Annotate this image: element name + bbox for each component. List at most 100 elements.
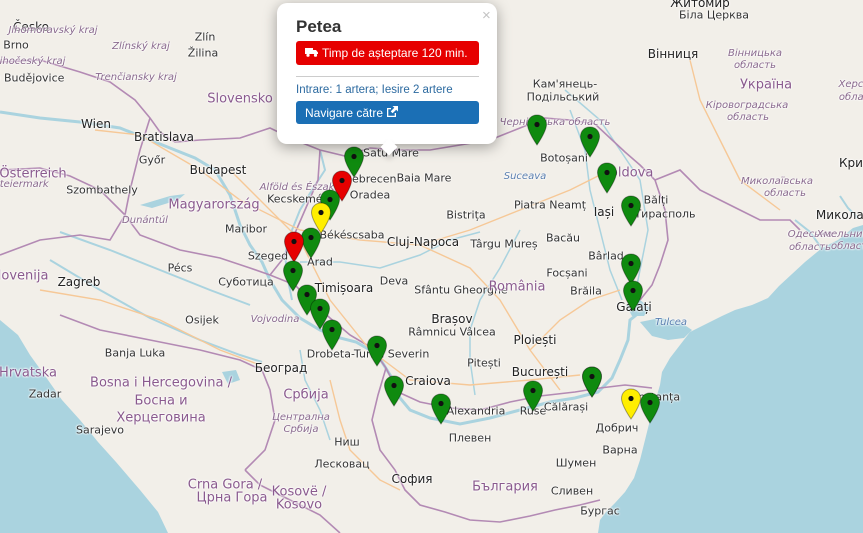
map-label-town: Osijek [185, 313, 219, 327]
map-marker-green-icon[interactable] [596, 162, 618, 194]
map-marker-green-icon[interactable] [639, 392, 661, 424]
map-label-town: Maribor [224, 222, 268, 236]
lanes-info: Intrare: 1 artera; Iesire 2 artere [296, 84, 453, 96]
map-label-city: Craiova [405, 374, 451, 388]
map-marker-green-icon[interactable] [430, 393, 452, 425]
map-label-town: Baia Mare [396, 171, 452, 185]
map-label-city: Brașov [431, 312, 473, 326]
map-label-country: България [472, 479, 538, 495]
map-label-city: Ploiești [513, 333, 557, 347]
map-label-town: Варна [602, 443, 638, 457]
map-label-country: Босна и [134, 393, 188, 409]
external-link-icon [386, 105, 399, 120]
map-marker-green-icon[interactable] [581, 366, 603, 398]
map-label-town: Brno [3, 38, 29, 52]
map-label-town: Подільський [526, 90, 600, 104]
map-label-town: Târgu Mureș [470, 237, 538, 251]
navigate-to-label: Navigare către [305, 105, 384, 120]
close-icon[interactable]: × [482, 7, 491, 24]
map-label-city: Кри [839, 156, 863, 170]
map-marker-green-icon[interactable] [366, 335, 388, 367]
map-label-city: Zagreb [57, 275, 101, 289]
map-label-region: Vojvodina [250, 314, 300, 325]
wait-time-badge: Timp de așteptare 120 min. [296, 41, 479, 65]
map-label-town: Banja Luka [104, 346, 166, 360]
truck-icon [305, 46, 318, 60]
map-label-region: облас [838, 92, 863, 103]
map-label-town: Piatra Neamț [513, 198, 587, 212]
map-label-town: Тирасполь [634, 207, 696, 221]
map-label-country: Србија [283, 387, 329, 403]
map-label-town: Oradea [349, 188, 391, 202]
map-label-city: Bratislava [134, 130, 194, 144]
map-label-town: Călărași [543, 400, 589, 414]
popup-divider [296, 76, 479, 77]
map-label-city: София [391, 472, 433, 486]
map-marker-green-icon[interactable] [579, 126, 601, 158]
map-label-region: Jihočeský kraj [0, 56, 66, 67]
map-label-country: Херцеговина [116, 410, 206, 426]
map-label-city: Београд [254, 361, 308, 375]
map-label-town: Лесковац [314, 457, 370, 471]
map-label-town: Sarajevo [75, 423, 125, 437]
map-marker-green-icon[interactable] [522, 380, 544, 412]
map-label-region: область [788, 242, 832, 253]
map-label-region: Jihomoravský kraj [8, 25, 98, 36]
map-label-city: Iași [593, 205, 615, 219]
map-label-country: Slovenija [0, 268, 49, 284]
map-label-town: Кам'янець- [532, 77, 598, 91]
map-marker-green-icon[interactable] [383, 375, 405, 407]
map-label-country: Hrvatska [0, 365, 57, 381]
map-label-city: Budapest [189, 163, 247, 177]
map-label-town: Bârlad [588, 249, 624, 263]
map-label-country: România [488, 279, 546, 295]
map-marker-green-icon[interactable] [526, 114, 548, 146]
popup-title: Petea [296, 17, 342, 36]
map-label-region: область [830, 241, 863, 252]
map-marker-green-icon[interactable] [321, 319, 343, 351]
map-label-town: Deva [379, 274, 409, 288]
map-label-region: Dunántúl [122, 215, 168, 226]
wait-time-label: Timp de așteptare 120 min. [322, 46, 468, 60]
map-label-region: Кіровоградська [705, 100, 789, 111]
map-label-town: Szombathely [66, 183, 138, 197]
map-label-city: Вінниця [647, 47, 699, 61]
map-label-city: Timișoara [314, 281, 374, 295]
navigate-to-button[interactable]: Navigare către [296, 101, 479, 124]
map-label-country: Magyarország [168, 197, 260, 213]
map-label-town: Žilina [187, 46, 219, 60]
map-label-country: Kosovo [275, 497, 323, 513]
map-label-region: Вінницька [727, 48, 783, 59]
map-label-city: Wien [81, 117, 111, 131]
map-label-town: Bălți [643, 193, 669, 207]
map-label-country: Україна [739, 77, 793, 93]
map[interactable]: Česko Brno Zlín Jihomoravský kraj Zlínský kr… [0, 0, 863, 533]
map-label-town: Bacău [545, 231, 581, 245]
map-label-town: Суботица [218, 275, 274, 289]
map-label-region: область [726, 112, 770, 123]
map-label-town: Бургас [580, 504, 620, 518]
map-label-town: Focșani [546, 266, 588, 280]
map-label-region: область [733, 60, 777, 71]
map-label-town: Ниш [334, 435, 360, 449]
map-label-region: Хмельницька [816, 229, 863, 240]
map-label-river: Tulcea [655, 317, 687, 328]
map-label-region: Миколаївська [740, 176, 814, 187]
map-label-town: Bistrița [446, 208, 486, 222]
map-label-town: Pitești [467, 356, 501, 370]
map-label-town: Győr [138, 153, 166, 167]
map-label-town: Шумен [555, 456, 597, 470]
map-label-town: Zlín [194, 30, 216, 44]
map-label-region: Steiermark [0, 179, 49, 190]
map-label-town: Râmnicu Vâlcea [408, 325, 496, 339]
map-label-region: Србија [283, 424, 319, 435]
map-label-river: Suceava [503, 171, 547, 182]
map-marker-green-icon[interactable] [620, 195, 642, 227]
map-label-town: Pécs [167, 261, 193, 275]
map-marker-red-icon[interactable] [283, 231, 305, 263]
map-label-city: Миколаїв [815, 208, 863, 222]
map-label-region: область [763, 188, 807, 199]
map-marker-green-icon[interactable] [622, 280, 644, 312]
map-label-town: Добрич [595, 421, 639, 435]
map-label-country: Црна Гора [196, 490, 268, 506]
